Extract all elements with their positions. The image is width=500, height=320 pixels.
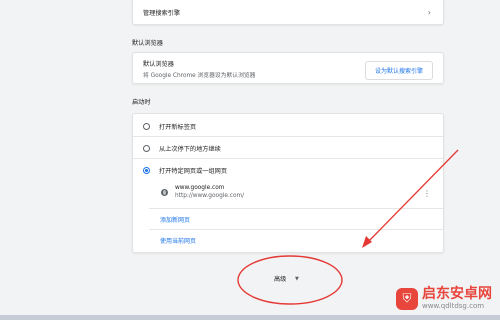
radio-new-tab[interactable] xyxy=(143,122,150,130)
default-browser-text: 默认浏览器 将 Google Chrome 浏览器设为默认浏览器 xyxy=(143,59,255,79)
startup-page-entry: www.google.com http://www.google.com/ ⋮ xyxy=(159,184,443,204)
default-browser-subtitle: 将 Google Chrome 浏览器设为默认浏览器 xyxy=(143,73,256,79)
add-new-page-link[interactable]: 添加新网页 xyxy=(160,215,190,224)
security-shield-icon: ⛨ xyxy=(396,287,418,310)
more-vert-icon[interactable]: ⋮ xyxy=(423,190,431,198)
on-startup-section-title: 启动时 xyxy=(132,99,151,106)
on-startup-card: 打开新标签页 从上次停下的地方继续 打开特定网页或一组网页 www.google… xyxy=(132,113,444,253)
globe-icon xyxy=(161,189,168,196)
startup-page-text: www.google.com http://www.google.com/ xyxy=(175,185,244,199)
watermark-url: www.qdltdsg.com xyxy=(422,302,485,310)
startup-page-url: http://www.google.com/ xyxy=(175,193,245,199)
radio-continue[interactable] xyxy=(143,144,150,152)
chevron-right-icon: › xyxy=(427,7,431,17)
advanced-label[interactable]: 高级 xyxy=(274,274,286,283)
default-browser-title: 默认浏览器 xyxy=(143,61,174,68)
startup-option-specific-pages[interactable]: 打开特定网页或一组网页 xyxy=(133,160,443,180)
taskbar-strip xyxy=(0,315,500,320)
watermark-text: 启东安卓网 www.qdltdsg.com xyxy=(422,286,492,311)
startup-option-new-tab[interactable]: 打开新标签页 xyxy=(133,116,443,136)
use-current-pages-row[interactable]: 使用当前网页 xyxy=(133,230,443,250)
set-default-button[interactable]: 设为默认搜索引擎 xyxy=(364,61,433,80)
startup-option-continue[interactable]: 从上次停下的地方继续 xyxy=(133,138,443,158)
startup-option-label: 打开新标签页 xyxy=(159,123,197,131)
watermark-title: 启东安卓网 xyxy=(422,286,492,302)
manage-search-engines-label: 管理搜索引擎 xyxy=(143,9,181,17)
default-browser-section-title: 默认浏览器 xyxy=(132,40,163,47)
startup-page-title: www.google.com xyxy=(175,185,225,191)
manage-search-engines-row[interactable]: 管理搜索引擎 › xyxy=(133,2,443,22)
add-new-page-row[interactable]: 添加新网页 xyxy=(133,209,443,229)
annotation-circle xyxy=(237,255,343,305)
watermark: ⛨ 启东安卓网 www.qdltdsg.com xyxy=(396,287,492,310)
search-engine-card: 管理搜索引擎 › xyxy=(132,0,444,25)
radio-specific-pages[interactable] xyxy=(143,166,150,174)
caret-down-icon[interactable]: ▼ xyxy=(295,276,299,282)
divider xyxy=(133,136,443,137)
default-browser-card: 默认浏览器 将 Google Chrome 浏览器设为默认浏览器 设为默认搜索引… xyxy=(132,52,444,84)
divider xyxy=(133,158,443,159)
use-current-pages-link[interactable]: 使用当前网页 xyxy=(160,236,196,245)
startup-option-label: 打开特定网页或一组网页 xyxy=(159,167,228,175)
startup-option-label: 从上次停下的地方继续 xyxy=(159,145,221,153)
